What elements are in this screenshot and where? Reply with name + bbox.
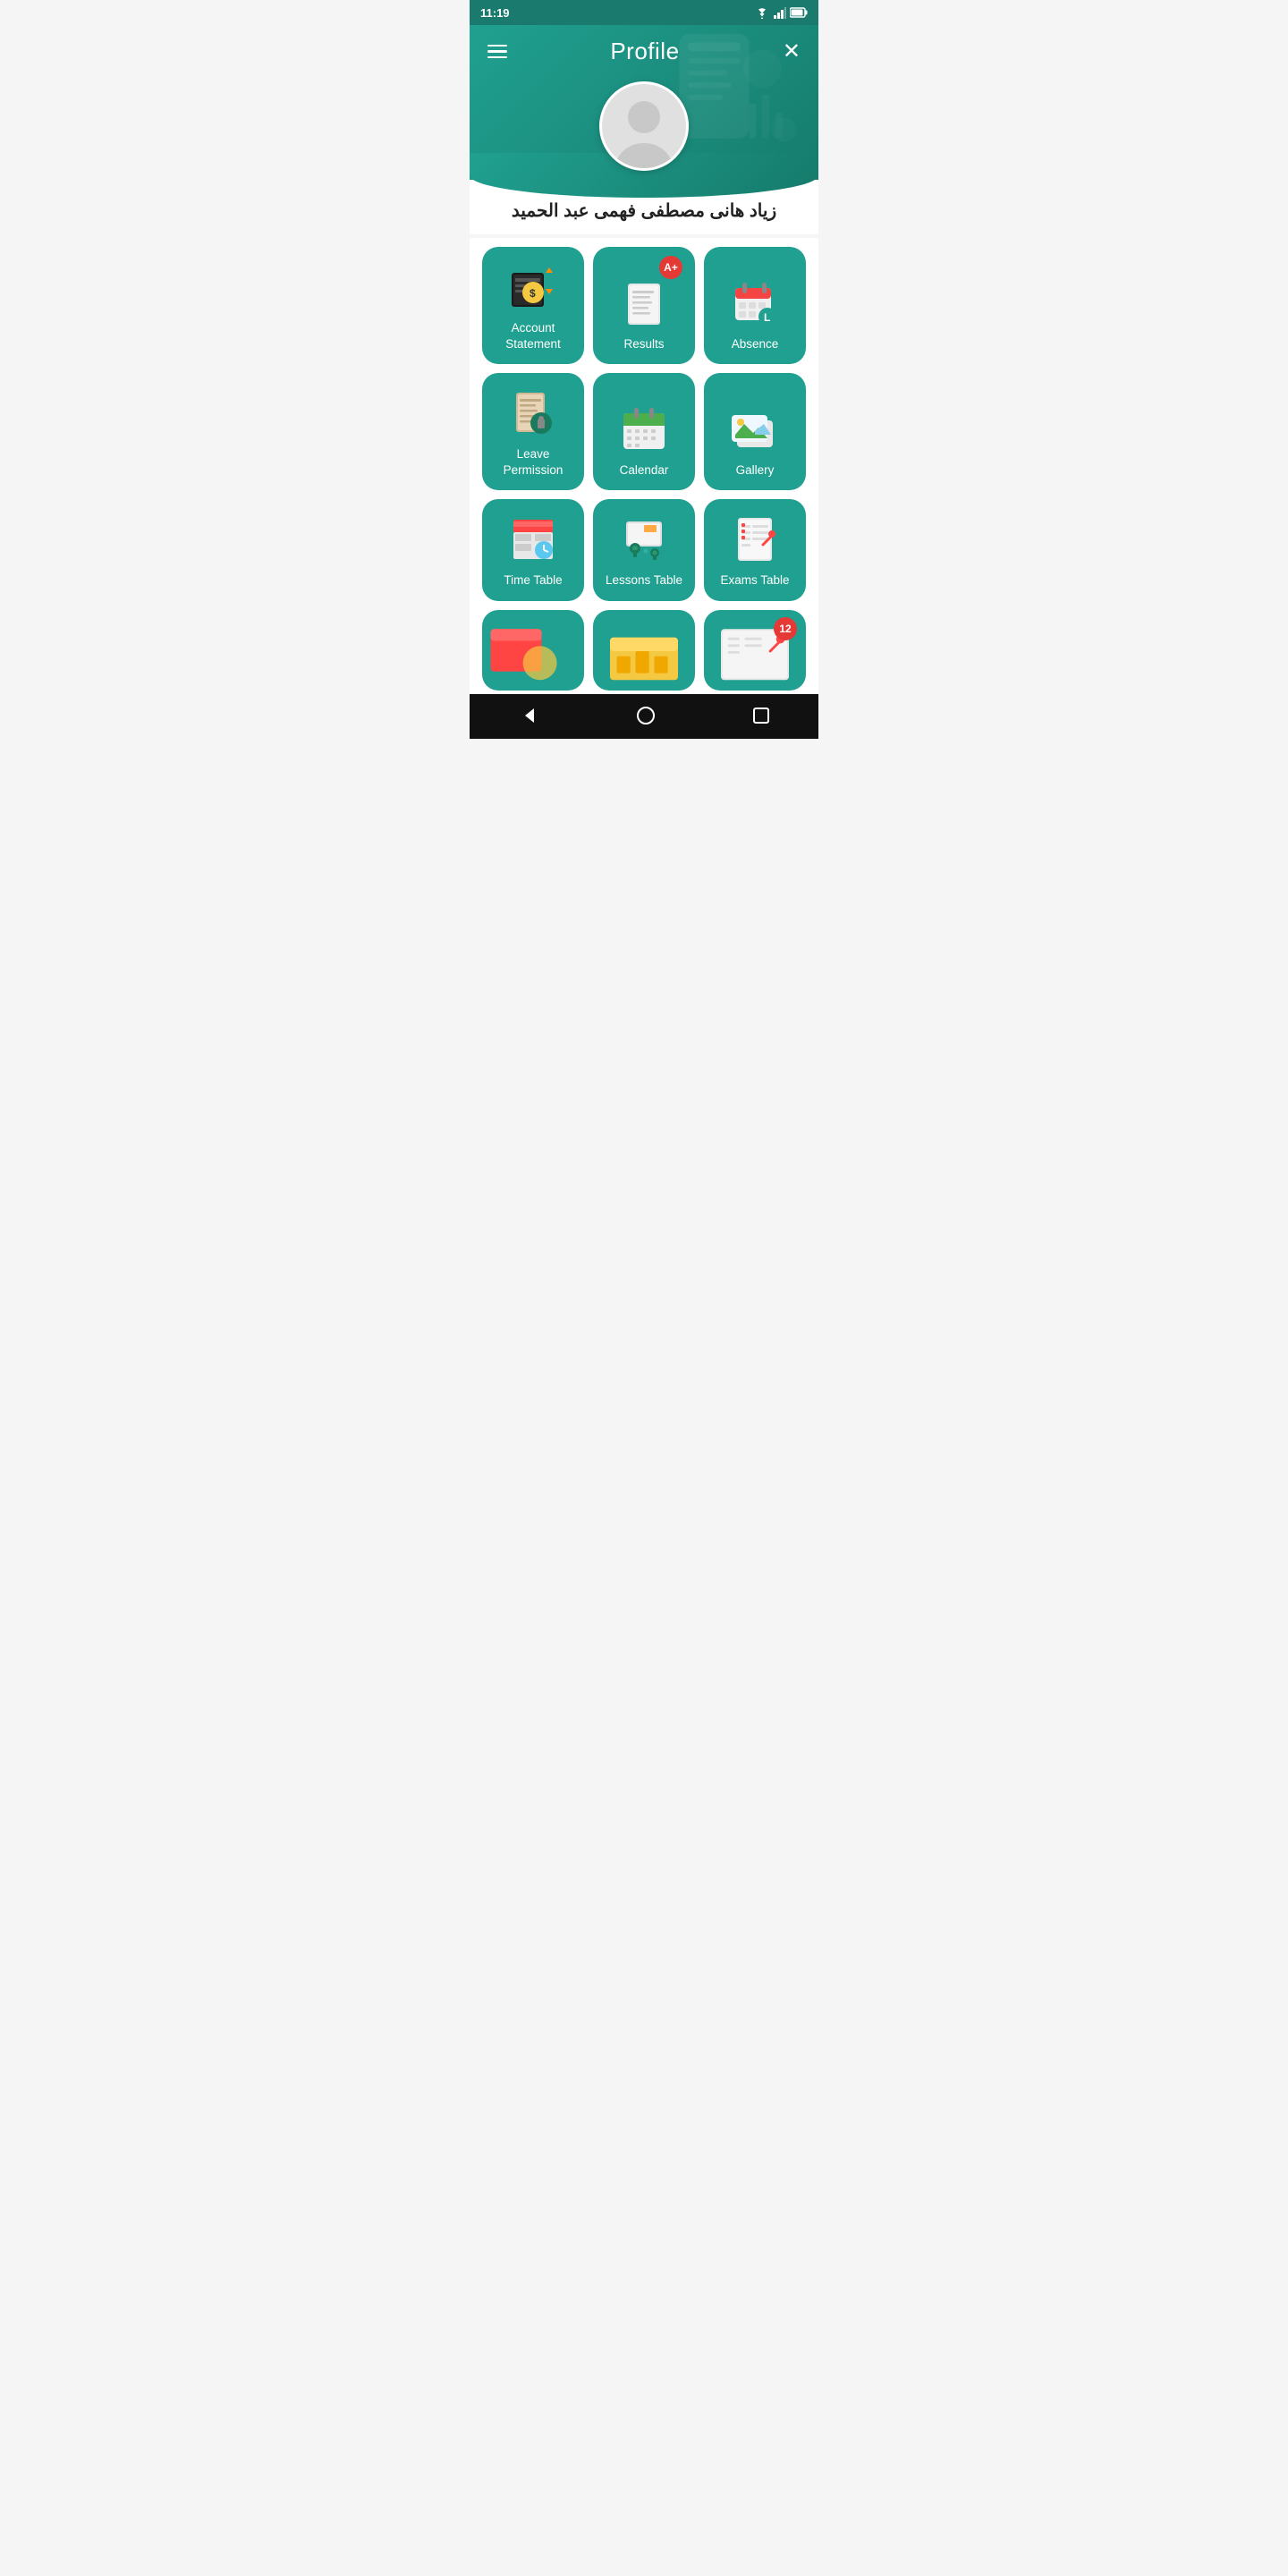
account-statement-icon: $ bbox=[506, 259, 560, 313]
partial-item-3[interactable]: 12 bbox=[704, 610, 806, 691]
time-table-icon bbox=[506, 512, 560, 565]
results-badge: A+ bbox=[659, 256, 682, 279]
menu-icon[interactable] bbox=[487, 45, 507, 59]
leave-permission-icon bbox=[506, 386, 560, 439]
partial-item-2[interactable] bbox=[593, 610, 695, 691]
signal-icon bbox=[774, 7, 786, 19]
time-table-label: Time Table bbox=[504, 572, 562, 589]
status-time: 11:19 bbox=[480, 6, 510, 20]
header-title: Profile bbox=[610, 38, 679, 65]
status-icons bbox=[754, 7, 808, 19]
nav-back-button[interactable] bbox=[500, 701, 557, 730]
account-statement-label: AccountStatement bbox=[505, 320, 561, 352]
svg-text:$: $ bbox=[530, 287, 536, 300]
avatar-section bbox=[487, 81, 801, 207]
lessons-table-label: Lessons Table bbox=[606, 572, 682, 589]
avatar[interactable] bbox=[599, 81, 689, 171]
calendar-label: Calendar bbox=[620, 462, 669, 479]
svg-text:L: L bbox=[764, 311, 770, 324]
absence-item[interactable]: L Absence bbox=[704, 247, 806, 364]
header-top: Profile ✕ bbox=[487, 38, 801, 65]
gallery-item[interactable]: Gallery bbox=[704, 373, 806, 490]
partial-icon-1 bbox=[482, 610, 584, 691]
header: Profile ✕ bbox=[470, 25, 818, 207]
battery-icon bbox=[790, 7, 808, 18]
exams-table-icon bbox=[728, 512, 782, 565]
results-label: Results bbox=[623, 336, 664, 352]
calendar-item[interactable]: Calendar bbox=[593, 373, 695, 490]
gallery-label: Gallery bbox=[736, 462, 775, 479]
back-icon bbox=[518, 705, 539, 726]
partial-icon-2 bbox=[593, 610, 695, 691]
absence-label: Absence bbox=[732, 336, 779, 352]
exams-table-label: Exams Table bbox=[720, 572, 789, 589]
grid-partial-row: 12 bbox=[470, 610, 818, 694]
exams-table-item[interactable]: Exams Table bbox=[704, 499, 806, 601]
grid-container: $ AccountStatement A+ bbox=[470, 238, 818, 610]
partial-item-1[interactable] bbox=[482, 610, 584, 691]
nav-home-button[interactable] bbox=[618, 702, 674, 729]
avatar-image bbox=[608, 92, 680, 168]
nav-recent-button[interactable] bbox=[734, 703, 788, 728]
status-bar: 11:19 bbox=[470, 0, 818, 25]
gallery-icon bbox=[728, 402, 782, 455]
leave-permission-item[interactable]: LeavePermission bbox=[482, 373, 584, 490]
menu-grid: $ AccountStatement A+ bbox=[482, 247, 806, 601]
wifi-icon bbox=[754, 7, 770, 19]
results-icon bbox=[617, 275, 671, 329]
nav-bar bbox=[470, 694, 818, 739]
close-icon[interactable]: ✕ bbox=[783, 41, 801, 63]
partial-badge-3: 12 bbox=[774, 617, 797, 640]
absence-icon: L bbox=[728, 275, 782, 329]
home-icon bbox=[636, 706, 656, 725]
account-statement-item[interactable]: $ AccountStatement bbox=[482, 247, 584, 364]
lessons-table-icon bbox=[617, 512, 671, 565]
recent-icon bbox=[752, 707, 770, 724]
results-item[interactable]: A+ Results bbox=[593, 247, 695, 364]
leave-permission-label: LeavePermission bbox=[504, 446, 564, 478]
lessons-table-item[interactable]: Lessons Table bbox=[593, 499, 695, 601]
time-table-item[interactable]: Time Table bbox=[482, 499, 584, 601]
calendar-icon bbox=[617, 402, 671, 455]
